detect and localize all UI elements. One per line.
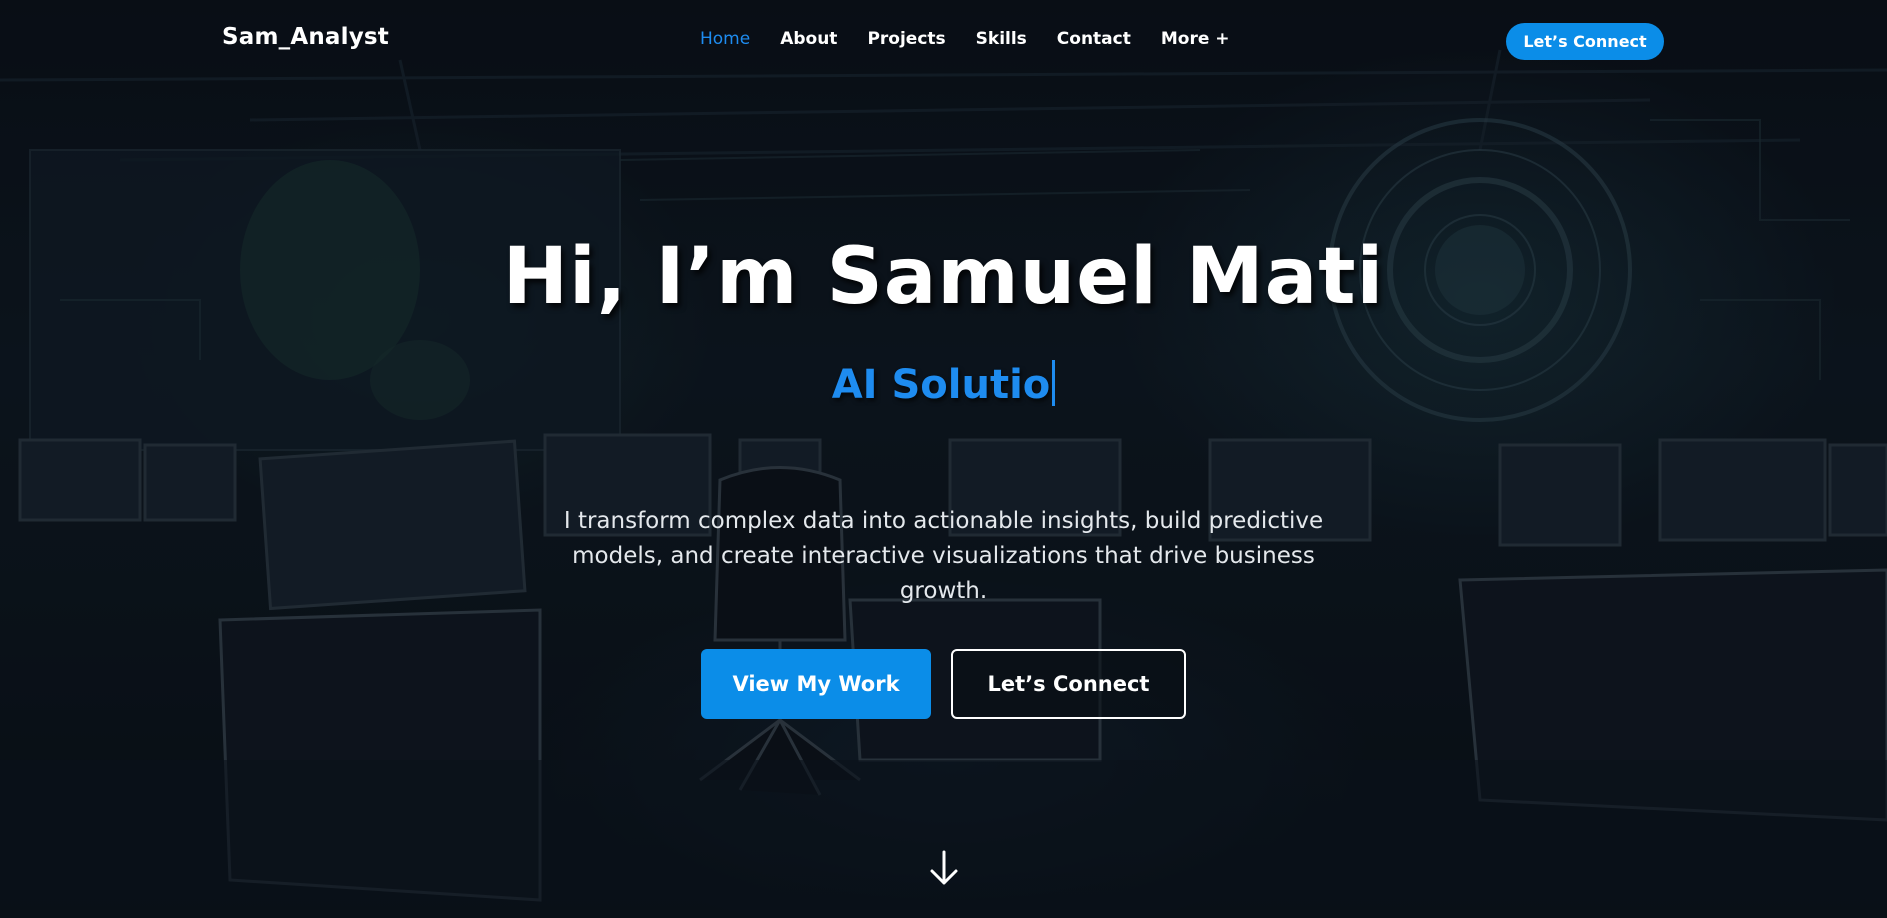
nav-links: Home About Projects Skills Contact More … — [700, 29, 1260, 49]
nav-link-projects[interactable]: Projects — [867, 29, 945, 49]
brand-logo[interactable]: Sam_Analyst — [222, 24, 389, 50]
background-overlay — [0, 0, 1887, 918]
nav-link-contact[interactable]: Contact — [1057, 29, 1131, 49]
nav-link-skills[interactable]: Skills — [976, 29, 1027, 49]
typed-text: AI Solutio — [831, 362, 1051, 408]
hero-page: Sam_Analyst Home About Projects Skills C… — [0, 0, 1887, 918]
arrow-down-icon[interactable] — [929, 849, 959, 887]
hero-description: I transform complex data into actionable… — [563, 508, 1324, 604]
typing-cursor — [1052, 360, 1056, 406]
nav-link-about[interactable]: About — [780, 29, 837, 49]
nav-link-home[interactable]: Home — [700, 29, 750, 49]
hero-typed-subtitle: AI Solutio — [0, 360, 1887, 408]
lets-connect-button[interactable]: Let’s Connect — [951, 649, 1186, 719]
hero-title: Hi, I’m Samuel Mati — [502, 232, 1385, 322]
nav-link-more[interactable]: More + — [1161, 29, 1230, 49]
nav-connect-button[interactable]: Let’s Connect — [1506, 23, 1664, 60]
navbar: Sam_Analyst Home About Projects Skills C… — [0, 0, 1887, 82]
view-my-work-button[interactable]: View My Work — [701, 649, 931, 719]
